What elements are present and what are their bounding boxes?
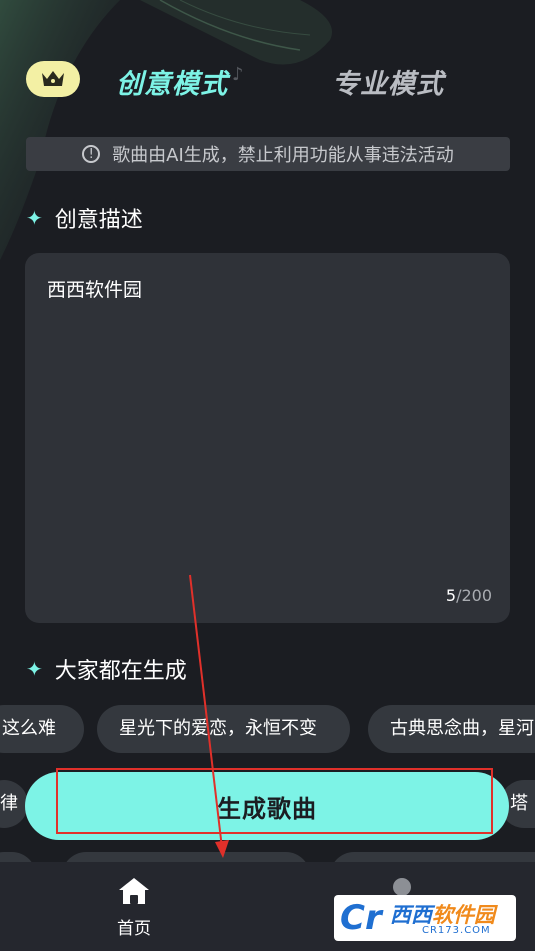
nav-home-label: 首页	[117, 919, 151, 939]
watermark-domain: CR173.COM	[422, 925, 491, 936]
chip-label: 这么难	[2, 718, 56, 739]
sparkle-icon: ✦	[26, 206, 43, 230]
char-counter: 5/200	[446, 586, 492, 605]
creative-description-heading: ✦ 创意描述	[26, 202, 143, 234]
chip-label: 塔	[510, 793, 528, 814]
home-icon	[119, 878, 149, 904]
watermark-brand-blue: 西西	[390, 903, 432, 927]
watermark-logo: Cr 西西软件园 CR173.COM	[334, 895, 516, 941]
char-count: 5	[445, 586, 457, 605]
notice-text: 歌曲由AI生成，禁止利用功能从事违法活动	[112, 145, 454, 166]
watermark-brand-orange: 软件园	[432, 903, 495, 927]
sparkle-icon: ✦	[26, 657, 43, 681]
suggestion-chip[interactable]: 古典思念曲，星河	[368, 705, 535, 753]
annotation-highlight-box	[56, 768, 493, 834]
info-icon: !	[82, 145, 101, 163]
creative-description-title: 创意描述	[54, 208, 143, 233]
description-text: 西西软件园	[47, 279, 143, 301]
tab-professional-mode[interactable]: 专业模式	[332, 62, 444, 101]
chip-label: 律	[0, 793, 18, 814]
crown-icon	[42, 71, 64, 86]
notice-banner: ! 歌曲由AI生成，禁止利用功能从事违法活动	[26, 137, 510, 171]
chip-label: 古典思念曲，星河	[390, 718, 534, 739]
popular-title: 大家都在生成	[54, 659, 187, 684]
char-max: /200	[456, 586, 492, 605]
chip-label: 星光下的爱恋，永恒不变	[119, 718, 317, 739]
nav-home[interactable]: 首页	[104, 876, 164, 939]
music-note-icon: ♪	[232, 64, 244, 85]
popular-heading: ✦ 大家都在生成	[26, 653, 187, 685]
tab-creative-mode[interactable]: 创意模式	[116, 62, 228, 101]
vip-crown-button[interactable]	[26, 61, 80, 97]
description-textarea[interactable]: 西西软件园 5/200	[25, 253, 510, 623]
watermark-logo-mark: Cr	[340, 898, 382, 938]
suggestion-chip[interactable]: 律	[0, 780, 28, 828]
suggestion-chip[interactable]: 这么难	[0, 705, 84, 753]
suggestion-chip[interactable]: 星光下的爱恋，永恒不变	[97, 705, 350, 753]
